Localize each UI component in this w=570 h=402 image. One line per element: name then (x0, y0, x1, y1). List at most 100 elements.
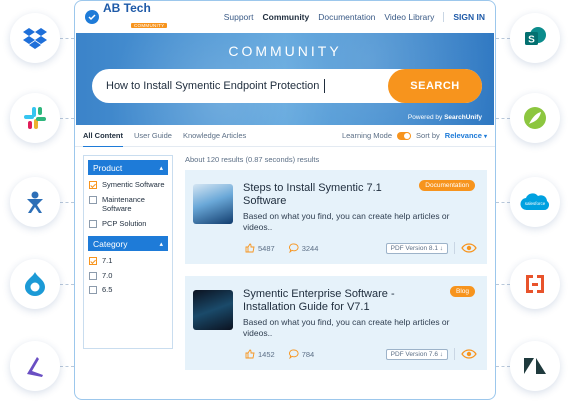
result-thumbnail (193, 290, 233, 330)
connector (60, 118, 74, 119)
nav-community[interactable]: Community (262, 12, 309, 22)
checkbox[interactable] (89, 286, 97, 294)
comments-count: 3244 (301, 243, 319, 253)
chevron-up-icon: ▴ (159, 240, 163, 248)
result-footer: 5487 3244 PDF Version 8.1 ↓ (245, 242, 477, 254)
hero-title: COMMUNITY (228, 43, 342, 59)
brand-name: AB Tech (103, 0, 151, 15)
likes-stat[interactable]: 1452 (245, 349, 275, 359)
arrow-logo-icon[interactable] (10, 341, 60, 391)
nav-links: Support Community Documentation Video Li… (224, 12, 485, 22)
search-button[interactable]: SEARCH (388, 69, 482, 103)
filter-panel: Product ▴ Symentic Software Maintenance … (83, 155, 173, 349)
filter-option-label: Maintenance Software (102, 194, 145, 214)
nav-documentation[interactable]: Documentation (318, 12, 375, 22)
h-logo-icon[interactable] (510, 259, 560, 309)
result-thumbnail (193, 184, 233, 224)
dropbox-icon[interactable] (10, 13, 60, 63)
comments-stat[interactable]: 3244 (288, 243, 319, 253)
connector (60, 202, 74, 203)
checkbox[interactable] (89, 195, 97, 204)
eye-icon[interactable] (461, 243, 477, 253)
pdf-version-button[interactable]: PDF Version 8.1 ↓ (385, 242, 448, 254)
filter-product-title: Product (93, 162, 123, 173)
filter-category-title: Category (93, 238, 128, 249)
tab-controls: Learning Mode Sort by Relevance ▾ (342, 131, 487, 140)
zendesk-icon[interactable] (510, 341, 560, 391)
filter-option[interactable]: 7.1 (88, 256, 168, 266)
connector (496, 366, 510, 367)
results-list: About 120 results (0.87 seconds) results… (185, 155, 487, 382)
result-description: Based on what you find, you can create h… (243, 317, 450, 338)
likes-stat[interactable]: 5487 (245, 243, 275, 253)
result-tag: Blog (449, 286, 475, 297)
tab-all-content[interactable]: All Content (83, 125, 123, 147)
filter-product-header[interactable]: Product ▴ (88, 160, 168, 175)
search-query[interactable]: How to Install Symentic Endpoint Protect… (106, 80, 319, 92)
result-description: Based on what you find, you can create h… (243, 211, 450, 232)
brand-sub: COMMUNITY (131, 22, 168, 28)
connector (60, 38, 74, 39)
filter-option[interactable]: Symentic Software (88, 180, 168, 190)
filter-option[interactable]: 7.0 (88, 271, 168, 281)
filter-option[interactable]: Maintenance Software (88, 195, 168, 214)
svg-text:salesforce: salesforce (525, 201, 546, 206)
result-title[interactable]: Steps to Install Symentic 7.1 Software (243, 182, 411, 207)
result-footer: 1452 784 PDF Version 7.6 ↓ (245, 348, 477, 360)
tab-knowledge-articles[interactable]: Knowledge Articles (183, 125, 246, 146)
content-tabs: All Content User Guide Knowledge Article… (75, 125, 495, 147)
chevron-down-icon: ▾ (483, 134, 487, 140)
checkbox[interactable] (89, 219, 97, 228)
drupal-icon[interactable] (10, 259, 60, 309)
connector (496, 38, 510, 39)
pdf-version-button[interactable]: PDF Version 7.6 ↓ (385, 348, 448, 360)
filter-option-label: 6.5 (102, 285, 113, 294)
nav-support[interactable]: Support (224, 12, 254, 22)
chevron-up-icon: ▴ (159, 164, 163, 172)
result-tag: Documentation (419, 180, 475, 191)
connector (60, 366, 74, 367)
divider (454, 242, 455, 254)
divider (454, 348, 455, 360)
result-title[interactable]: Symentic Enterprise Software - Installat… (243, 288, 411, 313)
filter-option-label: Symentic Software (102, 180, 165, 189)
comments-count: 784 (301, 349, 315, 359)
main-content: Product ▴ Symentic Software Maintenance … (75, 147, 495, 382)
comments-stat[interactable]: 784 (288, 349, 315, 359)
result-card[interactable]: Symentic Enterprise Software - Installat… (185, 276, 487, 370)
filter-option[interactable]: PCP Solution (88, 219, 168, 229)
text-cursor (324, 79, 326, 93)
sort-select[interactable]: Relevance ▾ (445, 131, 487, 140)
confluence-icon[interactable] (10, 177, 60, 227)
sort-by-label: Sort by (416, 131, 440, 140)
filter-option-label: 7.0 (102, 270, 113, 280)
powered-by-brand: SearchUnify (444, 114, 482, 121)
thumbs-up-icon (245, 243, 255, 253)
filter-category-header[interactable]: Category ▴ (88, 236, 168, 251)
brand-logo[interactable]: AB Tech COMMUNITY (85, 0, 168, 32)
sharepoint-icon[interactable]: S (510, 13, 560, 63)
sort-value: Relevance (444, 131, 482, 140)
result-card[interactable]: Steps to Install Symentic 7.1 Software D… (185, 170, 487, 264)
connector (496, 118, 510, 119)
search-input[interactable]: How to Install Symentic Endpoint Protect… (92, 69, 482, 103)
hero-banner: COMMUNITY How to Install Symentic Endpoi… (76, 33, 494, 125)
results-count: About 120 results (0.87 seconds) results (185, 155, 320, 164)
filter-option[interactable]: 6.5 (88, 285, 168, 295)
likes-count: 5487 (258, 243, 275, 253)
feather-icon[interactable] (510, 93, 560, 143)
learning-mode-toggle[interactable] (397, 131, 412, 140)
connector (496, 202, 510, 203)
checkbox[interactable] (89, 271, 97, 280)
sign-in-link[interactable]: SIGN IN (443, 12, 485, 22)
slack-icon[interactable] (10, 93, 60, 143)
checkbox-checked[interactable] (89, 257, 97, 265)
salesforce-icon[interactable]: salesforce (510, 177, 560, 227)
filter-option-label: 7.1 (102, 256, 113, 265)
comment-icon (288, 349, 299, 359)
tab-user-guide[interactable]: User Guide (134, 125, 172, 146)
thumbs-up-icon (245, 349, 255, 359)
checkbox-checked[interactable] (89, 181, 97, 189)
eye-icon[interactable] (461, 349, 477, 359)
nav-video-library[interactable]: Video Library (384, 12, 434, 22)
